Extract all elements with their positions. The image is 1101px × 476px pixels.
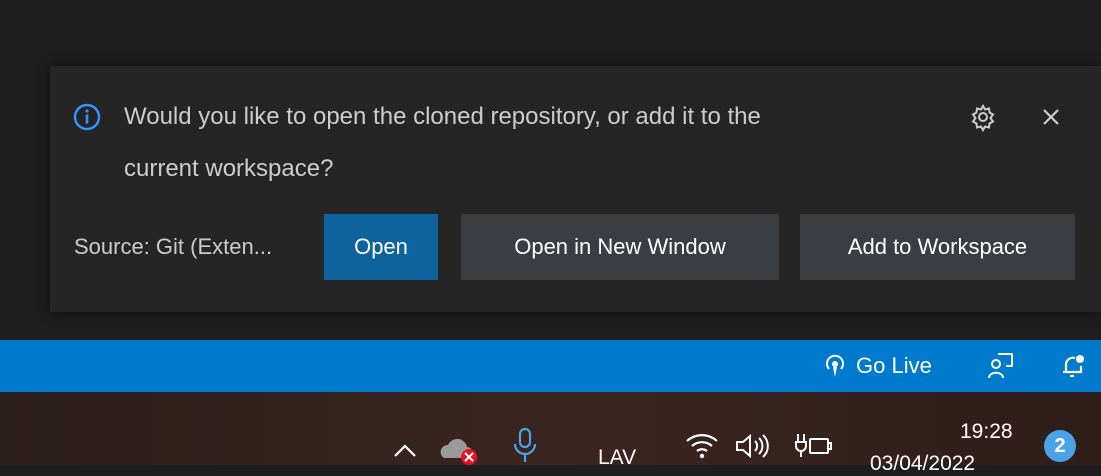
notification-center-badge[interactable]: 2 [1044,430,1076,462]
onedrive-error-icon[interactable] [438,432,482,465]
clock-time[interactable]: 19:28 [960,420,1013,444]
chevron-up-icon[interactable] [392,440,418,460]
notification-message-line1: Would you like to open the cloned reposi… [124,103,761,130]
broadcast-icon [826,354,844,377]
go-live-button[interactable]: Go Live [822,350,932,382]
volume-icon[interactable] [734,432,772,460]
notification-message-line2: current workspace? [124,155,334,182]
gear-icon[interactable] [968,102,998,132]
input-language[interactable]: LAV [598,446,636,470]
close-icon[interactable] [1036,102,1066,132]
feedback-icon[interactable] [986,350,1018,382]
open-in-new-window-button[interactable]: Open in New Window [461,214,779,280]
notification-source: Source: Git (Exten... [74,234,273,259]
open-button[interactable]: Open [324,214,438,280]
wifi-icon[interactable] [684,432,720,460]
status-bar: Go Live [0,340,1101,392]
bell-icon[interactable] [1057,350,1089,382]
info-icon [73,103,101,131]
microphone-icon[interactable] [510,426,540,464]
battery-charging-icon[interactable] [794,430,834,460]
clock-date[interactable]: 03/04/2022 [870,452,975,476]
add-to-workspace-button[interactable]: Add to Workspace [800,214,1075,280]
go-live-label: Go Live [856,353,932,378]
